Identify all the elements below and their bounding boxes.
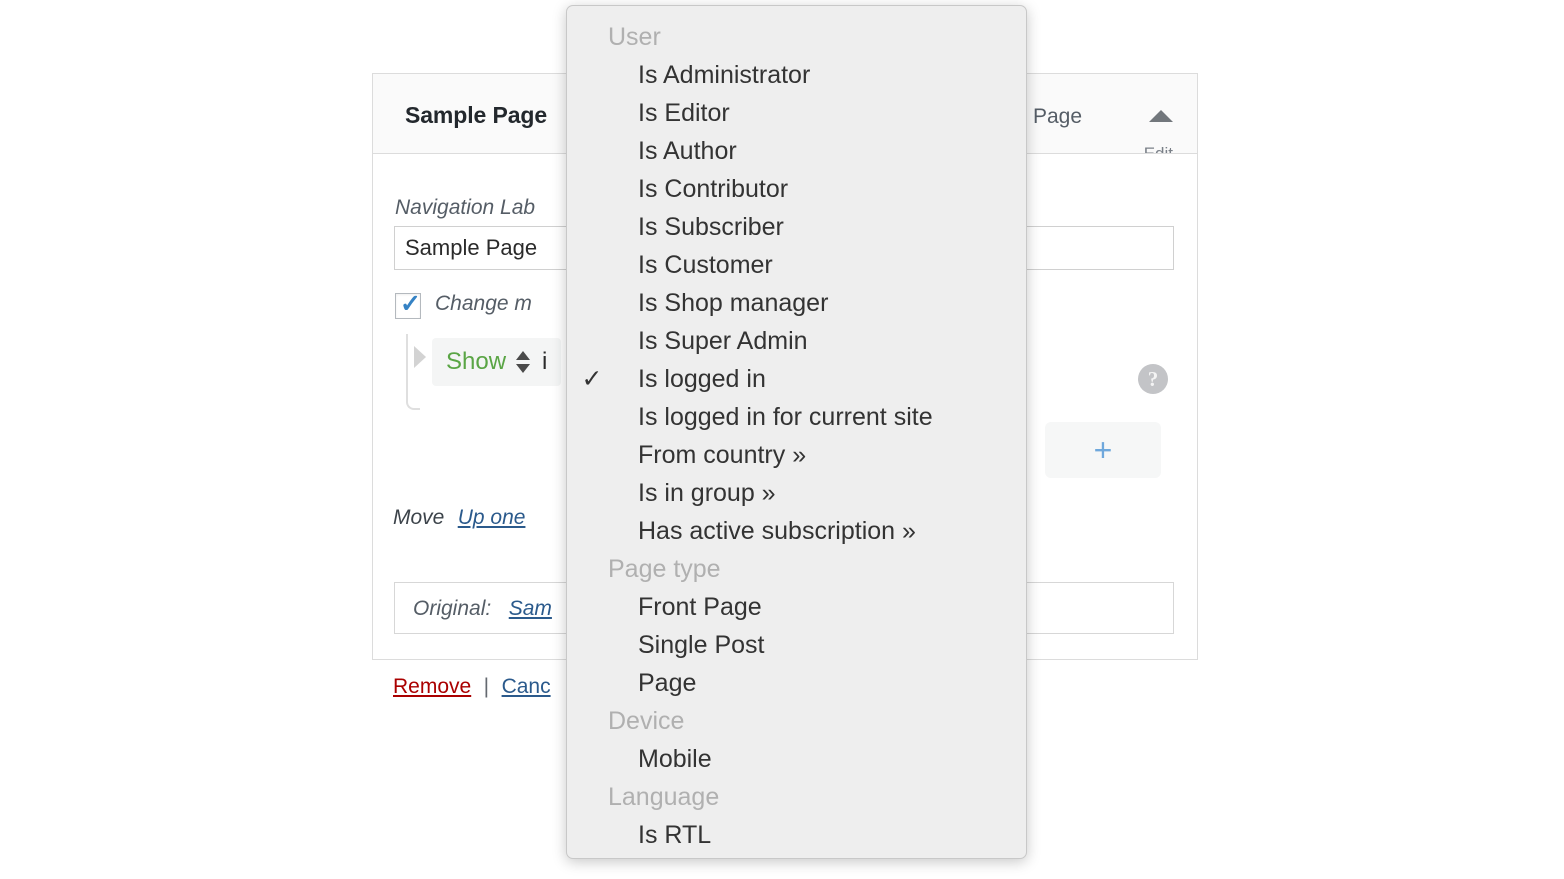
show-hide-select-value[interactable]: Show (446, 348, 506, 376)
change-menu-label: Change m (435, 292, 532, 315)
dropdown-item-label: Mobile (638, 745, 712, 773)
dropdown-item-label: Is logged in (638, 365, 766, 393)
dropdown-item-label: Is Customer (638, 251, 773, 279)
menu-item-actions: Remove | Canc (393, 675, 551, 699)
dropdown-item-label: Is Editor (638, 99, 730, 127)
move-up-one-link[interactable]: Up one (458, 506, 526, 529)
move-label: Move (393, 506, 445, 529)
dropdown-item[interactable]: Is logged in for current site (567, 400, 1026, 438)
dropdown-item-label: Is logged in for current site (638, 403, 933, 431)
condition-pill[interactable]: Show i (432, 338, 562, 386)
screen-root: Sample Page Page Edit Navigation Lab ✓ C… (0, 0, 1564, 879)
dropdown-item-label: Is Author (638, 137, 737, 165)
dropdown-item-label: Is in group » (638, 479, 776, 507)
dropdown-item-label: Is Subscriber (638, 213, 784, 241)
dropdown-item[interactable]: Is RTL (567, 818, 1026, 856)
dropdown-item-label: Front Page (638, 593, 762, 621)
dropdown-group-header: Language (608, 783, 720, 811)
menu-item-title: Sample Page (405, 102, 548, 128)
dropdown-item[interactable]: Is Customer (567, 248, 1026, 286)
dropdown-item-label: Is Administrator (638, 61, 811, 89)
original-link[interactable]: Sam (509, 597, 552, 620)
dropdown-item-label: Has active subscription » (638, 517, 916, 545)
original-label: Original: (413, 597, 492, 620)
add-condition-button[interactable]: + (1045, 422, 1161, 478)
dropdown-group-header: Device (608, 707, 685, 735)
dropdown-item[interactable]: Is Editor (567, 96, 1026, 134)
dropdown-item[interactable]: Is Shop manager (567, 286, 1026, 324)
dropdown-item[interactable]: Is Administrator (567, 58, 1026, 96)
dropdown-item[interactable]: Mobile (567, 742, 1026, 780)
dropdown-item[interactable]: Is in group » (567, 476, 1026, 514)
checkmark-icon: ✓ (400, 290, 421, 318)
original-text: Original: Sam (413, 597, 552, 621)
condition-dropdown-menu[interactable]: User Is Administrator Is Editor Is Author Is… (566, 5, 1027, 859)
dropdown-item[interactable]: Has active subscription » (567, 514, 1026, 552)
dropdown-item[interactable]: Page (567, 666, 1026, 704)
dropdown-item-label: Is Contributor (638, 175, 789, 203)
dropdown-item[interactable]: Is Contributor (567, 172, 1026, 210)
dropdown-group-header: User (608, 23, 661, 51)
dropdown-item[interactable]: Front Page (567, 590, 1026, 628)
dropdown-item-label: Single Post (638, 631, 765, 659)
dropdown-item[interactable]: Is Super Admin (567, 324, 1026, 362)
remove-link[interactable]: Remove (393, 675, 471, 698)
dropdown-item-label: Is RTL (638, 821, 712, 849)
dropdown-group-header: Page type (608, 555, 721, 583)
menu-item-type-label: Page (1032, 105, 1082, 128)
edit-link-clipped[interactable]: Edit (1144, 144, 1173, 153)
triangle-right-icon (414, 346, 426, 368)
cancel-link[interactable]: Canc (502, 675, 551, 698)
navigation-label-label: Navigation Lab (395, 196, 536, 219)
triangle-up-icon[interactable] (1149, 107, 1173, 123)
change-menu-checkbox[interactable]: ✓ (395, 290, 421, 319)
actions-separator: | (483, 675, 490, 698)
dropdown-item[interactable]: From country » (567, 438, 1026, 476)
up-down-arrows-icon[interactable] (516, 349, 531, 375)
dropdown-item[interactable]: ✓ Is logged in (567, 362, 1026, 400)
condition-if-text: i (542, 348, 548, 375)
question-mark-icon[interactable]: ? (1138, 364, 1168, 394)
check-icon: ✓ (581, 365, 603, 393)
dropdown-item[interactable]: Is Subscriber (567, 210, 1026, 248)
move-row: Move Up one (393, 506, 525, 530)
dropdown-item-label: Page (638, 669, 697, 697)
dropdown-item-label: From country » (638, 441, 807, 469)
dropdown-item[interactable]: Is Author (567, 134, 1026, 172)
dropdown-item-label: Is Shop manager (638, 289, 829, 317)
dropdown-item[interactable]: Single Post (567, 628, 1026, 666)
dropdown-item-label: Is Super Admin (638, 327, 808, 355)
